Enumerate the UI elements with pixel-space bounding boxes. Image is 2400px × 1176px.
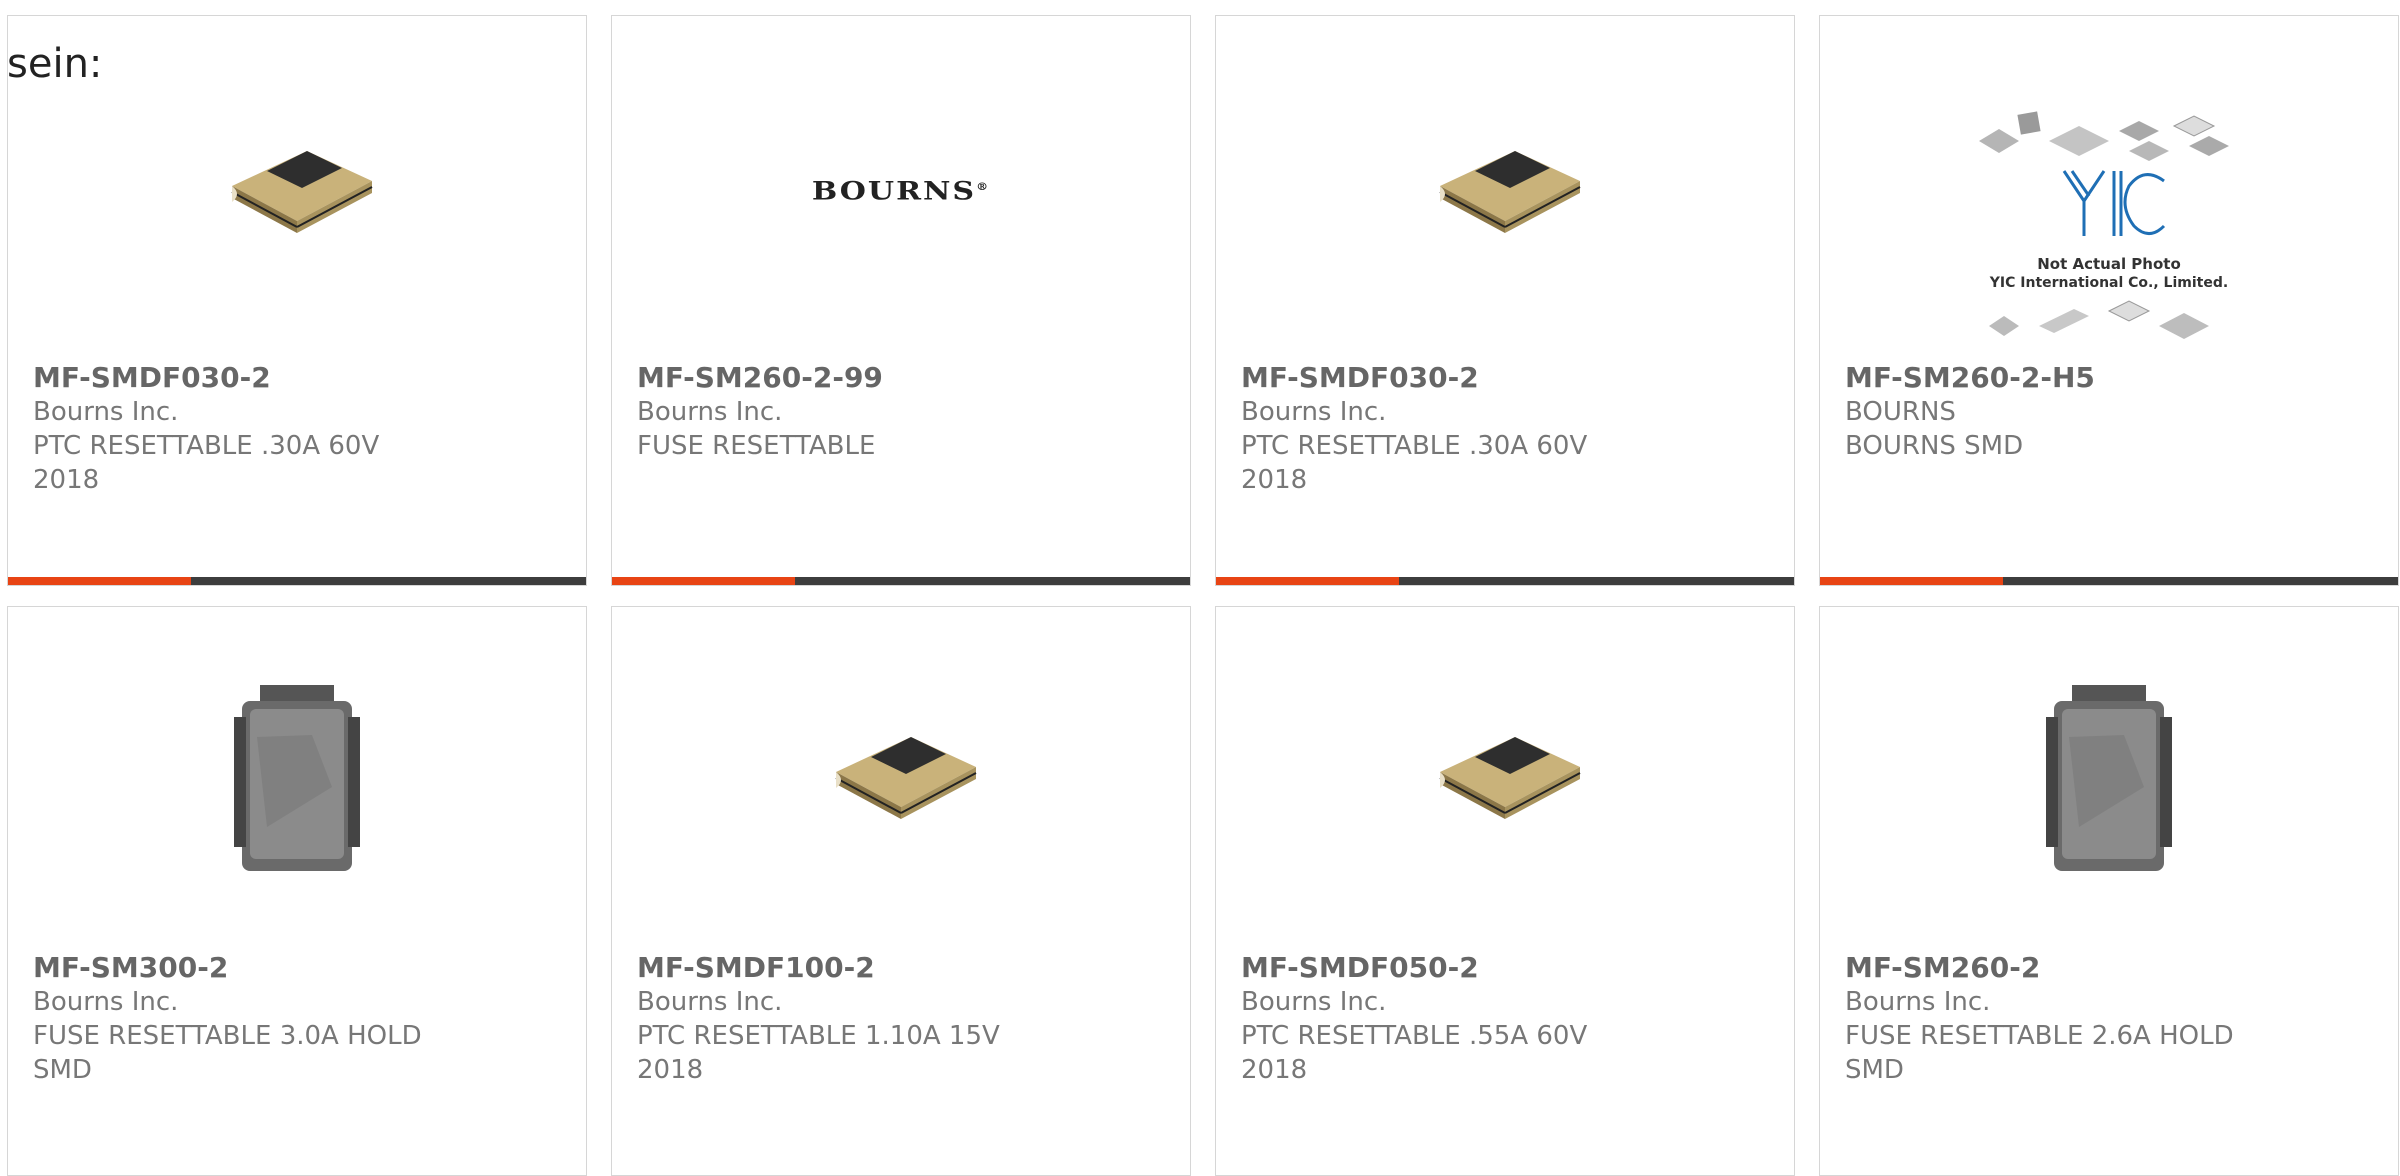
card-bottom-bar: [612, 577, 1190, 585]
part-number[interactable]: MF-SMDF030-2: [33, 361, 566, 395]
part-number[interactable]: MF-SMDF030-2: [1241, 361, 1774, 395]
product-card[interactable]: BOURNS® MF-SM260-2-99 Bourns Inc. FUSE R…: [611, 15, 1191, 586]
intro-text: sein:: [7, 41, 103, 87]
card-bottom-bar: [1820, 577, 2398, 585]
manufacturer: Bourns Inc.: [33, 987, 179, 1017]
part-number[interactable]: MF-SM260-2-99: [637, 361, 1170, 395]
part-number[interactable]: MF-SMDF100-2: [637, 951, 1170, 985]
product-image[interactable]: [1400, 672, 1610, 882]
part-number[interactable]: MF-SM300-2: [33, 951, 566, 985]
product-card[interactable]: MF-SMDF030-2 Bourns Inc. PTC RESETTABLE …: [1215, 15, 1795, 586]
product-image[interactable]: [2004, 672, 2214, 882]
description: FUSE RESETTABLE 3.0A HOLD SMD: [33, 1021, 422, 1085]
card-bottom-bar: [1216, 577, 1794, 585]
product-image[interactable]: BOURNS®: [796, 86, 1006, 296]
description: FUSE RESETTABLE 2.6A HOLD SMD: [1845, 1021, 2234, 1085]
product-card[interactable]: Not Actual Photo YIC International Co., …: [1819, 15, 2399, 586]
product-image[interactable]: [192, 86, 402, 296]
yic-placeholder-image: Not Actual Photo YIC International Co., …: [1979, 111, 2229, 339]
manufacturer: BOURNS: [1845, 397, 1956, 427]
manufacturer: Bourns Inc.: [33, 397, 179, 427]
description: FUSE RESETTABLE: [637, 431, 876, 461]
placeholder-line1: Not Actual Photo: [2037, 255, 2181, 273]
description: PTC RESETTABLE .30A 60V 2018: [1241, 431, 1588, 495]
product-card[interactable]: MF-SMDF100-2 Bourns Inc. PTC RESETTABLE …: [611, 606, 1191, 1176]
manufacturer: Bourns Inc.: [1845, 987, 1991, 1017]
manufacturer: Bourns Inc.: [1241, 397, 1387, 427]
product-image[interactable]: Not Actual Photo YIC International Co., …: [1969, 101, 2249, 351]
product-card[interactable]: MF-SMDF030-2 Bourns Inc. PTC RESETTABLE …: [7, 15, 587, 586]
part-number[interactable]: MF-SM260-2-H5: [1845, 361, 2378, 395]
description: BOURNS SMD: [1845, 431, 2024, 461]
product-image[interactable]: [796, 672, 1006, 882]
description: PTC RESETTABLE .30A 60V 2018: [33, 431, 380, 495]
product-image[interactable]: [1400, 86, 1610, 296]
manufacturer: Bourns Inc.: [637, 397, 783, 427]
description: PTC RESETTABLE .55A 60V 2018: [1241, 1021, 1588, 1085]
placeholder-line2: YIC International Co., Limited.: [1989, 275, 2228, 291]
part-number[interactable]: MF-SM260-2: [1845, 951, 2378, 985]
part-number[interactable]: MF-SMDF050-2: [1241, 951, 1774, 985]
product-card[interactable]: MF-SMDF050-2 Bourns Inc. PTC RESETTABLE …: [1215, 606, 1795, 1176]
bourns-logo: BOURNS®: [811, 176, 991, 206]
manufacturer: Bourns Inc.: [1241, 987, 1387, 1017]
product-card[interactable]: MF-SM260-2 Bourns Inc. FUSE RESETTABLE 2…: [1819, 606, 2399, 1176]
manufacturer: Bourns Inc.: [637, 987, 783, 1017]
product-card[interactable]: MF-SM300-2 Bourns Inc. FUSE RESETTABLE 3…: [7, 606, 587, 1176]
card-bottom-bar: [8, 577, 586, 585]
product-image[interactable]: [192, 672, 402, 882]
description: PTC RESETTABLE 1.10A 15V 2018: [637, 1021, 1000, 1085]
